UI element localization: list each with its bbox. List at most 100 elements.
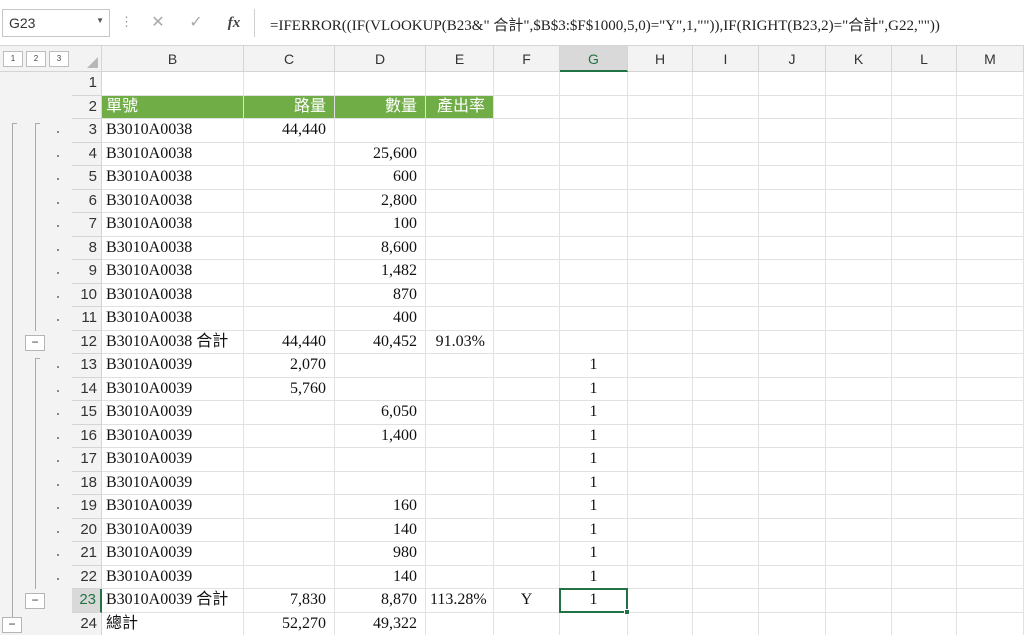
cell-k23[interactable] (826, 589, 892, 613)
cell-j19[interactable] (759, 495, 826, 519)
cell-m3[interactable] (957, 119, 1024, 143)
cell-k7[interactable] (826, 213, 892, 237)
cell-f1[interactable] (494, 72, 560, 96)
cell-d16[interactable]: 1,400 (335, 424, 426, 448)
cell-j11[interactable] (759, 307, 826, 331)
cell-k22[interactable] (826, 565, 892, 589)
cell-m20[interactable] (957, 518, 1024, 542)
cell-c6[interactable] (244, 189, 335, 213)
cell-c14[interactable]: 5,760 (244, 377, 335, 401)
cell-e16[interactable] (426, 424, 494, 448)
cell-f14[interactable] (494, 377, 560, 401)
row-header-15[interactable]: 15 (72, 401, 102, 425)
cell-e1[interactable] (426, 72, 494, 96)
column-header-c[interactable]: C (244, 46, 335, 72)
cell-j9[interactable] (759, 260, 826, 284)
cell-k10[interactable] (826, 283, 892, 307)
cell-h11[interactable] (628, 307, 693, 331)
cell-l23[interactable] (892, 589, 957, 613)
cell-l24[interactable] (892, 612, 957, 635)
cell-k18[interactable] (826, 471, 892, 495)
row-header-8[interactable]: 8 (72, 236, 102, 260)
cell-b19[interactable]: B3010A0039 (102, 495, 244, 519)
cell-j1[interactable] (759, 72, 826, 96)
cell-j21[interactable] (759, 542, 826, 566)
cell-b1[interactable] (102, 72, 244, 96)
cell-b18[interactable]: B3010A0039 (102, 471, 244, 495)
cell-b8[interactable]: B3010A0038 (102, 236, 244, 260)
cell-j18[interactable] (759, 471, 826, 495)
cell-i19[interactable] (693, 495, 759, 519)
cell-i1[interactable] (693, 72, 759, 96)
cell-k13[interactable] (826, 354, 892, 378)
cell-b24[interactable]: 總計 (102, 612, 244, 635)
cell-g22[interactable]: 1 (560, 565, 628, 589)
outline-level-1-button[interactable]: 1 (3, 51, 23, 67)
cell-g10[interactable] (560, 283, 628, 307)
cell-j22[interactable] (759, 565, 826, 589)
cell-c10[interactable] (244, 283, 335, 307)
cell-k15[interactable] (826, 401, 892, 425)
row-header-1[interactable]: 1 (72, 72, 102, 96)
cell-b9[interactable]: B3010A0038 (102, 260, 244, 284)
cell-m10[interactable] (957, 283, 1024, 307)
row-header-11[interactable]: 11 (72, 307, 102, 331)
cell-h13[interactable] (628, 354, 693, 378)
cell-k20[interactable] (826, 518, 892, 542)
cell-l18[interactable] (892, 471, 957, 495)
row-header-3[interactable]: 3 (72, 119, 102, 143)
cell-l2[interactable] (892, 95, 957, 119)
cell-e18[interactable] (426, 471, 494, 495)
cell-f5[interactable] (494, 166, 560, 190)
cell-k6[interactable] (826, 189, 892, 213)
cell-d15[interactable]: 6,050 (335, 401, 426, 425)
cell-d21[interactable]: 980 (335, 542, 426, 566)
cell-c15[interactable] (244, 401, 335, 425)
cell-l1[interactable] (892, 72, 957, 96)
cell-k17[interactable] (826, 448, 892, 472)
cell-e7[interactable] (426, 213, 494, 237)
cell-h24[interactable] (628, 612, 693, 635)
row-header-20[interactable]: 20 (72, 518, 102, 542)
cell-b5[interactable]: B3010A0038 (102, 166, 244, 190)
cell-h21[interactable] (628, 542, 693, 566)
cell-h16[interactable] (628, 424, 693, 448)
cell-m5[interactable] (957, 166, 1024, 190)
cell-j16[interactable] (759, 424, 826, 448)
cell-m9[interactable] (957, 260, 1024, 284)
cell-d19[interactable]: 160 (335, 495, 426, 519)
cell-h10[interactable] (628, 283, 693, 307)
cell-m6[interactable] (957, 189, 1024, 213)
insert-function-button[interactable]: fx (220, 10, 248, 36)
cell-h20[interactable] (628, 518, 693, 542)
column-header-m[interactable]: M (957, 46, 1024, 72)
column-header-k[interactable]: K (826, 46, 892, 72)
cell-h23[interactable] (628, 589, 693, 613)
cell-i18[interactable] (693, 471, 759, 495)
cell-m11[interactable] (957, 307, 1024, 331)
cell-d7[interactable]: 100 (335, 213, 426, 237)
cell-j23[interactable] (759, 589, 826, 613)
cell-l15[interactable] (892, 401, 957, 425)
cell-c4[interactable] (244, 142, 335, 166)
cell-l4[interactable] (892, 142, 957, 166)
cell-c19[interactable] (244, 495, 335, 519)
cell-g3[interactable] (560, 119, 628, 143)
cell-e12[interactable]: 91.03% (426, 330, 494, 354)
cell-f16[interactable] (494, 424, 560, 448)
cell-d11[interactable]: 400 (335, 307, 426, 331)
cell-h3[interactable] (628, 119, 693, 143)
cell-c16[interactable] (244, 424, 335, 448)
cell-l11[interactable] (892, 307, 957, 331)
cell-f17[interactable] (494, 448, 560, 472)
cell-b3[interactable]: B3010A0038 (102, 119, 244, 143)
cell-m2[interactable] (957, 95, 1024, 119)
cell-m24[interactable] (957, 612, 1024, 635)
cell-d17[interactable] (335, 448, 426, 472)
cell-c21[interactable] (244, 542, 335, 566)
cell-m8[interactable] (957, 236, 1024, 260)
cell-l3[interactable] (892, 119, 957, 143)
cell-g24[interactable] (560, 612, 628, 635)
cell-l16[interactable] (892, 424, 957, 448)
cell-c1[interactable] (244, 72, 335, 96)
